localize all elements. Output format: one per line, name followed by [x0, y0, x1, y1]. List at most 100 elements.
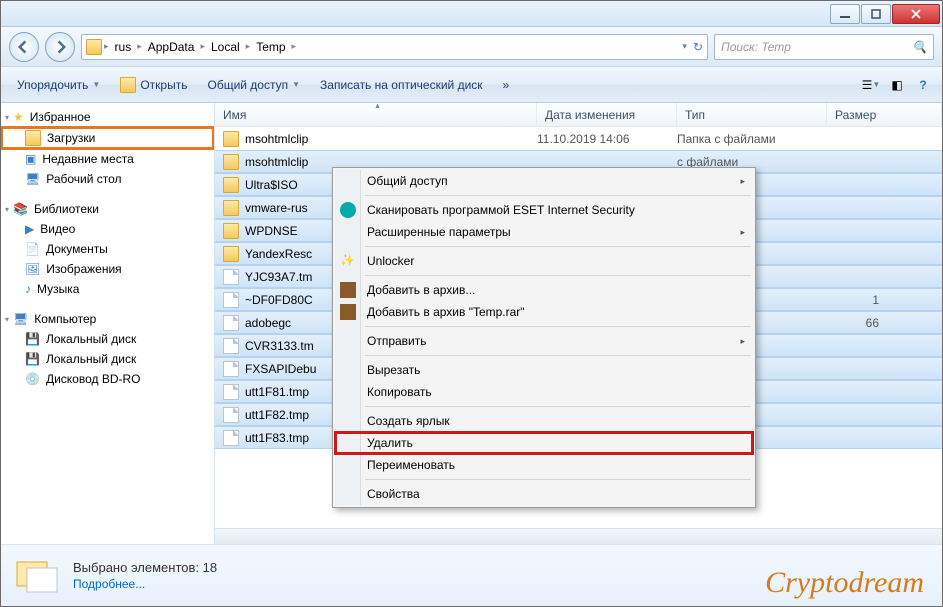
video-icon: ▶ [25, 222, 34, 236]
col-date[interactable]: Дата изменения [537, 103, 677, 126]
sidebar-item-recent[interactable]: ▣Недавние места [1, 149, 214, 169]
ctx-add-temp-rar[interactable]: Добавить в архив "Temp.rar" [335, 301, 753, 323]
file-name: msohtmlclip [245, 132, 308, 146]
file-name: YandexResc [245, 247, 312, 261]
folder-icon [223, 246, 239, 262]
file-name: msohtmlclip [245, 155, 308, 169]
more-button[interactable]: » [495, 74, 518, 96]
computer-icon: 🖥 [13, 312, 28, 326]
file-name: utt1F83.tmp [245, 431, 309, 445]
folder-icon [223, 177, 239, 193]
bd-icon: 💿 [25, 372, 40, 386]
selection-count: Выбрано элементов: 18 [73, 560, 217, 575]
refresh-icon[interactable]: ↻ [693, 40, 703, 54]
file-name: ~DF0FD80C [245, 293, 313, 307]
file-name: utt1F82.tmp [245, 408, 309, 422]
sidebar-item-images[interactable]: 🖼Изображения [1, 259, 214, 279]
sidebar-item-desktop[interactable]: 🖥Рабочий стол [1, 169, 214, 189]
open-button[interactable]: Открыть [112, 73, 195, 97]
col-name[interactable]: Имя [215, 103, 537, 126]
sidebar-item-music[interactable]: ♪Музыка [1, 279, 214, 299]
file-icon [223, 384, 239, 400]
desktop-icon: 🖥 [25, 172, 40, 186]
search-box[interactable]: Поиск: Temp 🔍 [714, 34, 934, 60]
file-icon [223, 292, 239, 308]
music-icon: ♪ [25, 282, 31, 296]
ctx-unlocker[interactable]: ✨Unlocker [335, 250, 753, 272]
sidebar-item-disk1[interactable]: 💾Локальный диск [1, 329, 214, 349]
organize-button[interactable]: Упорядочить ▼ [9, 74, 108, 96]
scrollbar-horizontal[interactable] [215, 528, 942, 544]
explorer-window: ▸ rus▸ AppData▸ Local▸ Temp▸ ▾ ↻ Поиск: … [0, 0, 943, 607]
file-icon [223, 361, 239, 377]
sidebar-item-disk2[interactable]: 💾Локальный диск [1, 349, 214, 369]
toolbar: Упорядочить ▼ Открыть Общий доступ ▼ Зап… [1, 67, 942, 103]
burn-button[interactable]: Записать на оптический диск [312, 74, 491, 96]
ctx-send[interactable]: Отправить▸ [335, 330, 753, 352]
ctx-copy[interactable]: Копировать [335, 381, 753, 403]
file-date: 11.10.2019 14:06 [537, 132, 677, 146]
sidebar-item-bdrom[interactable]: 💿Дисковод BD-RO [1, 369, 214, 389]
col-type[interactable]: Тип [677, 103, 827, 126]
forward-button[interactable] [45, 32, 75, 62]
minimize-button[interactable] [830, 4, 860, 24]
recent-icon: ▣ [25, 152, 36, 166]
file-name: adobegc [245, 316, 291, 330]
preview-button[interactable]: ◧ [886, 74, 908, 96]
maximize-button[interactable] [861, 4, 891, 24]
back-button[interactable] [9, 32, 39, 62]
breadcrumb-local[interactable]: Local [207, 38, 244, 56]
file-name: YJC93A7.tm [245, 270, 312, 284]
col-size[interactable]: Размер [827, 103, 942, 126]
ctx-delete[interactable]: Удалить [335, 432, 753, 454]
file-name: FXSAPIDebu [245, 362, 316, 376]
sidebar-item-documents[interactable]: 📄Документы [1, 239, 214, 259]
file-name: utt1F81.tmp [245, 385, 309, 399]
ctx-advanced[interactable]: Расширенные параметры▸ [335, 221, 753, 243]
folder-icon [223, 200, 239, 216]
file-name: CVR3133.tm [245, 339, 314, 353]
sidebar-libraries[interactable]: ▾📚Библиотеки [1, 199, 214, 219]
ctx-rename[interactable]: Переименовать [335, 454, 753, 476]
share-button[interactable]: Общий доступ ▼ [199, 74, 308, 96]
close-button[interactable] [892, 4, 940, 24]
wand-icon: ✨ [340, 253, 356, 269]
documents-icon: 📄 [25, 242, 40, 256]
file-icon [223, 338, 239, 354]
file-type: Папка с файлами [677, 132, 827, 146]
help-button[interactable]: ? [912, 74, 934, 96]
ctx-add-archive[interactable]: Добавить в архив... [335, 279, 753, 301]
rar-icon [340, 282, 356, 298]
breadcrumb-appdata[interactable]: AppData [144, 38, 199, 56]
address-bar[interactable]: ▸ rus▸ AppData▸ Local▸ Temp▸ ▾ ↻ [81, 34, 708, 60]
file-icon [223, 430, 239, 446]
disk-icon: 💾 [25, 352, 40, 366]
chevron-icon: ▸ [104, 41, 109, 52]
titlebar [1, 1, 942, 27]
ctx-cut[interactable]: Вырезать [335, 359, 753, 381]
context-menu: Общий доступ▸ Сканировать программой ESE… [332, 167, 756, 508]
file-icon [223, 315, 239, 331]
details-link[interactable]: Подробнее... [73, 577, 217, 591]
sidebar-computer[interactable]: ▾🖥Компьютер [1, 309, 214, 329]
ctx-share[interactable]: Общий доступ▸ [335, 170, 753, 192]
search-icon[interactable]: 🔍 [912, 40, 927, 54]
breadcrumb-temp[interactable]: Temp [252, 38, 289, 56]
sidebar-item-video[interactable]: ▶Видео [1, 219, 214, 239]
ctx-properties[interactable]: Свойства [335, 483, 753, 505]
view-button[interactable]: ☰ ▼ [860, 74, 882, 96]
images-icon: 🖼 [25, 262, 40, 276]
search-placeholder: Поиск: Temp [721, 40, 791, 54]
file-size: 66 [827, 316, 887, 330]
dropdown-icon[interactable]: ▾ [682, 41, 687, 52]
sidebar-item-downloads[interactable]: Загрузки [1, 127, 214, 149]
sidebar-favorites[interactable]: ▾★Избранное [1, 107, 214, 127]
ctx-eset-scan[interactable]: Сканировать программой ESET Internet Sec… [335, 199, 753, 221]
folder-icon [223, 131, 239, 147]
breadcrumb-rus[interactable]: rus [111, 38, 136, 56]
disk-icon: 💾 [25, 332, 40, 346]
star-icon: ★ [13, 110, 24, 124]
folder-open-icon [120, 77, 136, 93]
file-row[interactable]: msohtmlclip 11.10.2019 14:06Папка с файла… [215, 127, 942, 150]
ctx-shortcut[interactable]: Создать ярлык [335, 410, 753, 432]
